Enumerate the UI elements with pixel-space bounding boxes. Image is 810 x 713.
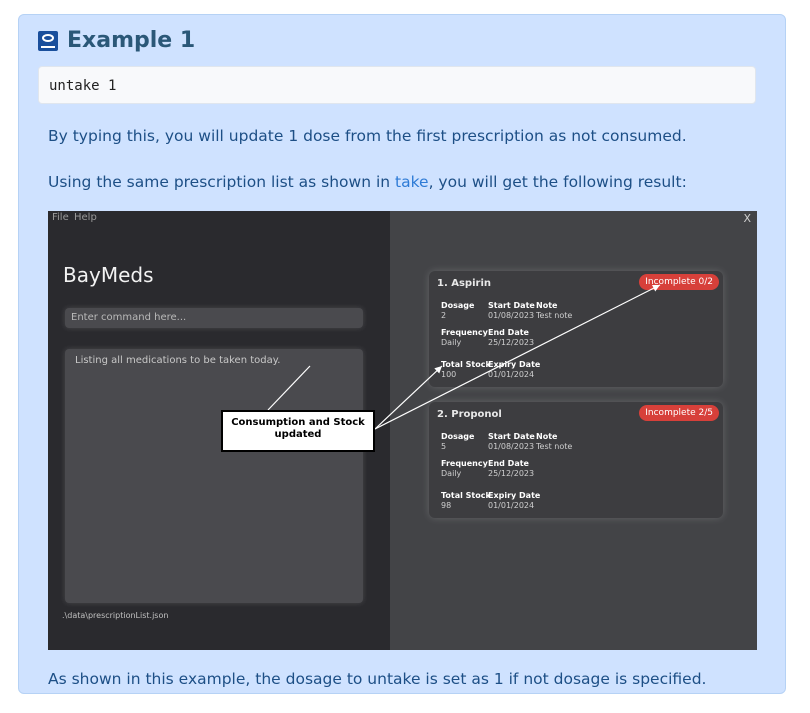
take-link[interactable]: take <box>395 173 429 191</box>
annotation-arrows <box>267 284 661 430</box>
para2-prefix: Using the same prescription list as show… <box>48 173 396 191</box>
arrow-from-callout <box>267 365 311 411</box>
description-paragraph: By typing this, you will update 1 dose f… <box>48 127 687 145</box>
heading-text: Example 1 <box>67 28 196 53</box>
para2-suffix: , you will get the following result: <box>428 173 687 191</box>
arrow-to-stock <box>374 365 443 430</box>
result-intro-paragraph: Using the same prescription list as show… <box>48 173 687 191</box>
example-heading: Example 1 <box>38 28 195 53</box>
callout-box: Consumption and Stock updated <box>221 410 375 452</box>
book-icon <box>38 30 58 51</box>
conclusion-paragraph: As shown in this example, the dosage to … <box>48 670 707 688</box>
arrow-to-badge <box>374 284 661 430</box>
app-screenshot: File Help X BayMeds Enter command here..… <box>48 211 757 650</box>
code-block: untake 1 <box>38 66 756 104</box>
